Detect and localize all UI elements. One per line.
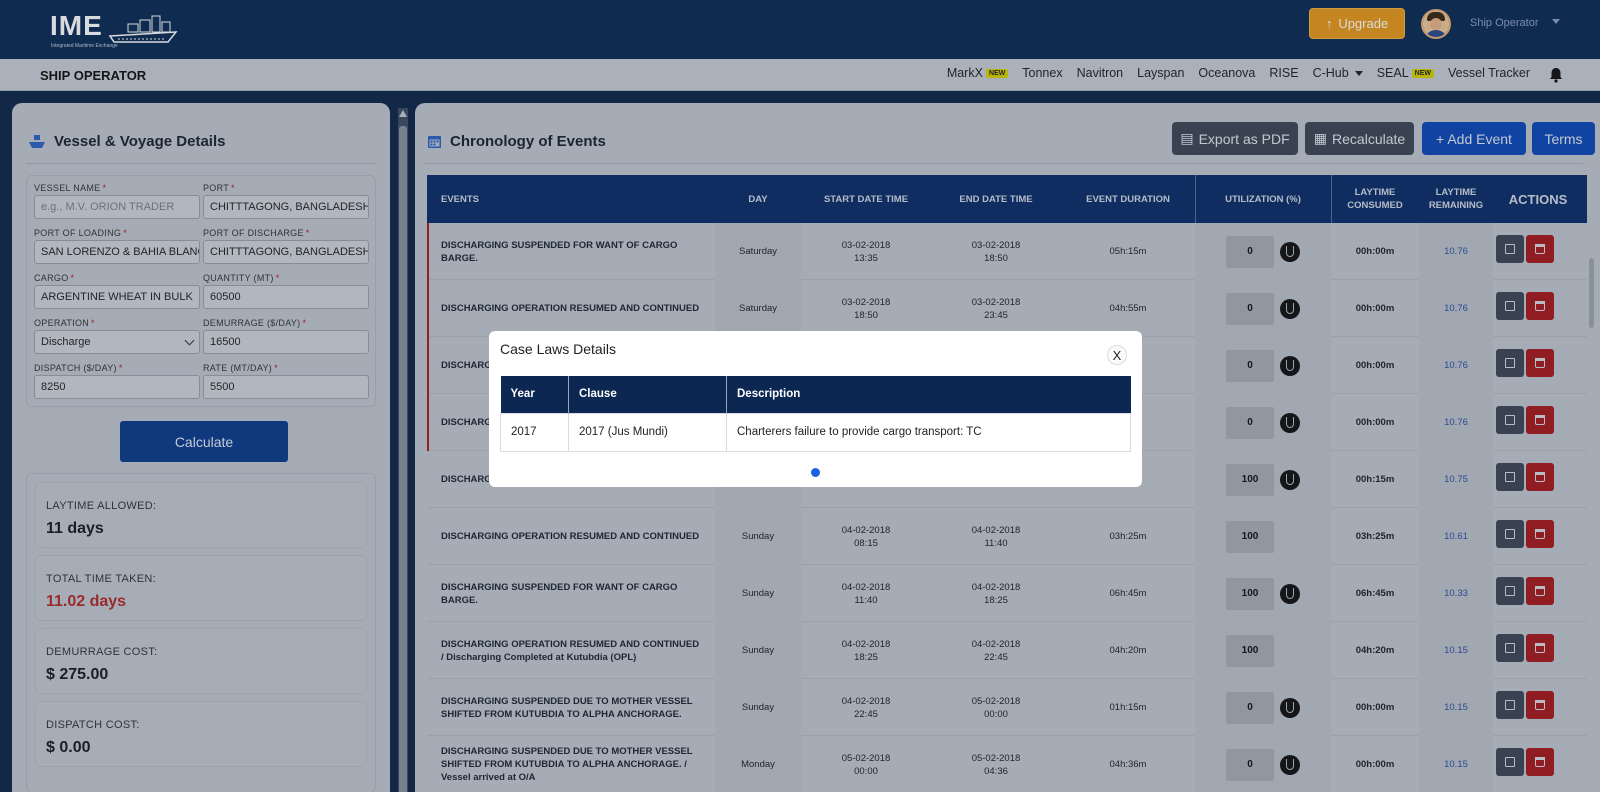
col-year: Year (500, 376, 569, 413)
table-row[interactable]: 2017 2017 (Jus Mundi) Charterers failure… (500, 412, 1131, 452)
year-cell: 2017 (500, 412, 569, 452)
modal-title: Case Laws Details (500, 341, 616, 357)
description-cell: Charterers failure to provide cargo tran… (726, 412, 1131, 452)
case-laws-modal: Case Laws Details X Year Clause Descript… (489, 331, 1142, 487)
clause-cell: 2017 (Jus Mundi) (568, 412, 727, 452)
case-laws-table: Year Clause Description 2017 2017 (Jus M… (500, 376, 1131, 452)
close-button[interactable]: X (1107, 345, 1127, 365)
pagination-dot[interactable] (811, 468, 820, 477)
col-clause: Clause (568, 376, 727, 413)
col-description: Description (726, 376, 1131, 413)
